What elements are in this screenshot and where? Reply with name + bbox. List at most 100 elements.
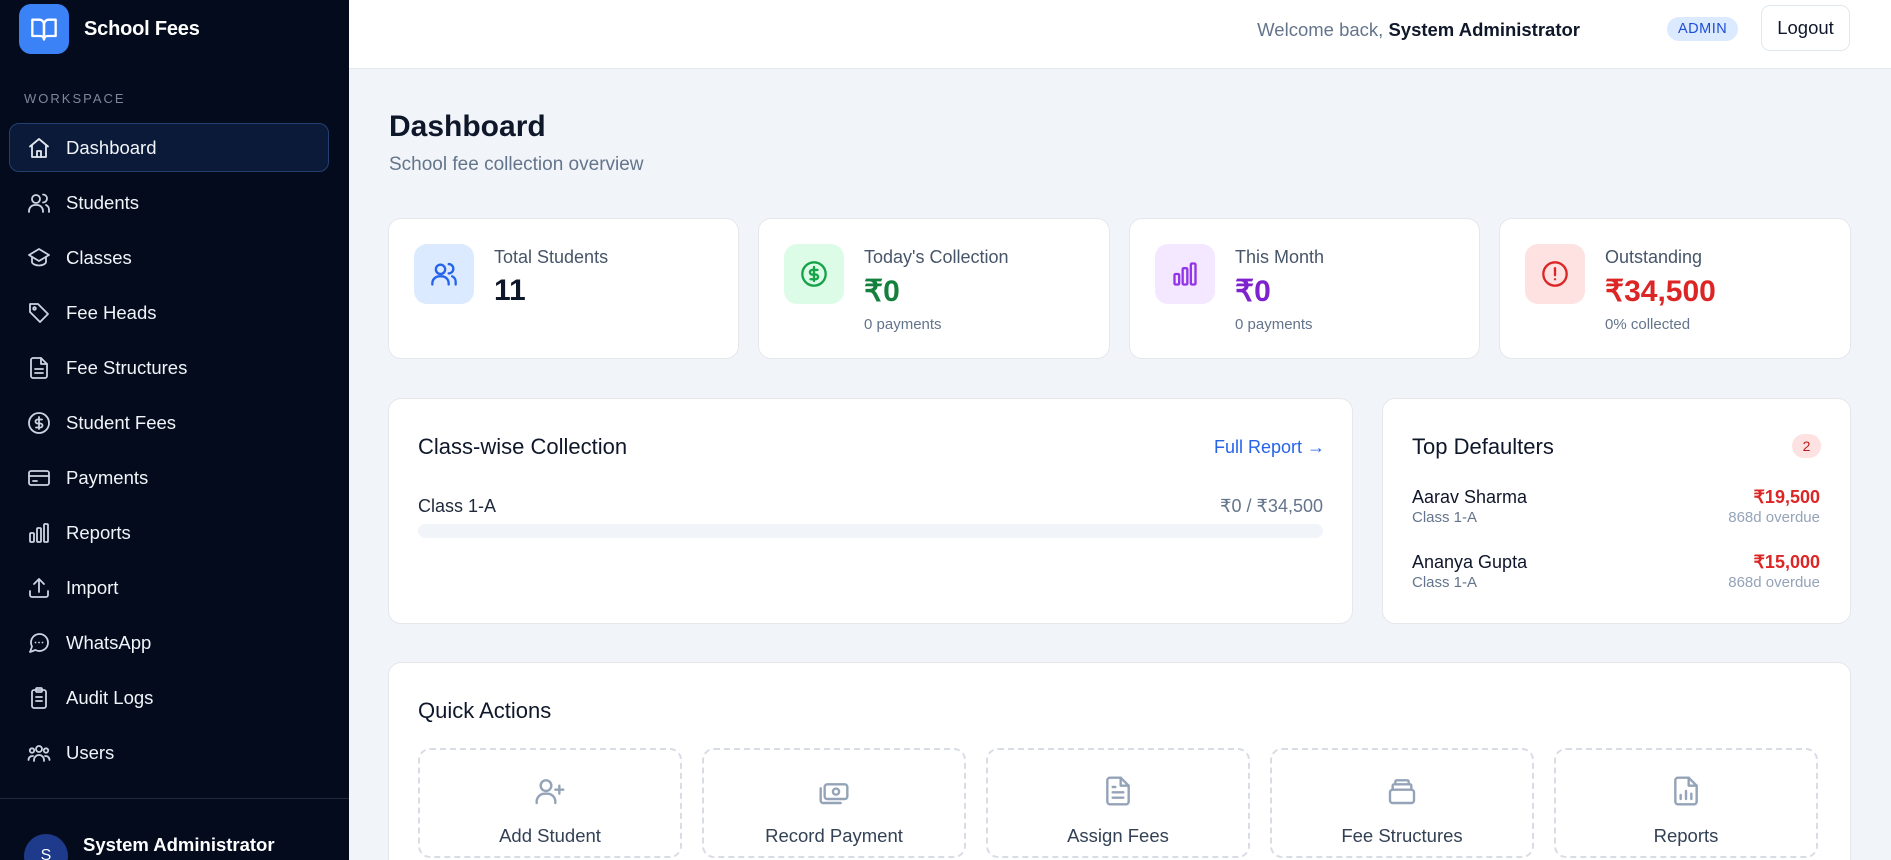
users-icon bbox=[28, 193, 50, 213]
sidebar-user[interactable]: S System Administrator bbox=[24, 826, 275, 860]
welcome-prefix: Welcome back, bbox=[1257, 19, 1384, 40]
top-bar: Welcome back, System Administrator ADMIN… bbox=[349, 0, 1891, 69]
dollar-circle-icon bbox=[28, 411, 50, 434]
sidebar-item-whatsapp[interactable]: WhatsApp bbox=[9, 618, 329, 667]
message-icon bbox=[29, 632, 49, 653]
sidebar: School Fees WORKSPACE Dashboard Students… bbox=[0, 0, 349, 860]
sidebar-item-audit-logs[interactable]: Audit Logs bbox=[9, 673, 329, 722]
clipboard-icon bbox=[31, 686, 47, 709]
sidebar-item-label: Payments bbox=[66, 466, 149, 488]
stat-icon-box bbox=[414, 244, 474, 304]
quick-action-label: Record Payment bbox=[765, 825, 903, 846]
class-progress-bar bbox=[418, 524, 1323, 538]
stat-card-todays-collection: Today's Collection ₹0 0 payments bbox=[758, 218, 1110, 359]
brand[interactable]: School Fees bbox=[0, 0, 349, 58]
stat-value: ₹0 bbox=[1235, 275, 1271, 308]
sidebar-item-label: Fee Structures bbox=[66, 356, 188, 378]
defaulters-count-badge: 2 bbox=[1792, 434, 1821, 458]
stat-card-outstanding: Outstanding ₹34,500 0% collected bbox=[1499, 218, 1851, 359]
sidebar-item-label: Users bbox=[66, 741, 115, 763]
avatar: S bbox=[24, 834, 68, 860]
reports-button[interactable]: Reports bbox=[1554, 748, 1818, 858]
quick-action-label: Assign Fees bbox=[1067, 825, 1169, 846]
class-collection-card: Class-wise Collection Full Report → Clas… bbox=[388, 398, 1353, 624]
defaulter-overdue: 868d overdue bbox=[1728, 574, 1820, 591]
sidebar-item-fee-heads[interactable]: Fee Heads bbox=[9, 288, 329, 337]
stat-label: Outstanding bbox=[1605, 247, 1703, 267]
file-chart-icon bbox=[1674, 776, 1698, 806]
sidebar-item-label: Import bbox=[66, 576, 119, 598]
stat-icon-box bbox=[784, 244, 844, 304]
sidebar-item-label: Reports bbox=[66, 521, 131, 543]
dollar-circle-icon bbox=[801, 261, 827, 287]
file-text-icon bbox=[1106, 776, 1130, 806]
quick-actions-card: Quick Actions Add Student Record Payment… bbox=[388, 662, 1851, 860]
credit-card-icon bbox=[28, 469, 50, 486]
sidebar-item-users[interactable]: Users bbox=[9, 728, 329, 777]
bar-chart-icon bbox=[1173, 262, 1197, 286]
alert-circle-icon bbox=[1542, 261, 1568, 287]
logout-button[interactable]: Logout bbox=[1761, 5, 1850, 51]
stat-card-this-month: This Month ₹0 0 payments bbox=[1129, 218, 1480, 359]
sidebar-user-name: System Administrator bbox=[83, 834, 275, 855]
tag-icon bbox=[29, 302, 49, 323]
layers-icon bbox=[28, 247, 50, 266]
users-icon bbox=[431, 262, 457, 286]
role-badge: ADMIN bbox=[1667, 17, 1739, 41]
sidebar-item-reports[interactable]: Reports bbox=[9, 508, 329, 557]
defaulter-amount: ₹15,000 bbox=[1753, 552, 1820, 572]
quick-actions-title: Quick Actions bbox=[418, 698, 552, 723]
stat-card-total-students: Total Students 11 bbox=[388, 218, 739, 359]
top-defaulters-title: Top Defaulters bbox=[1412, 434, 1554, 459]
defaulter-amount: ₹19,500 bbox=[1753, 487, 1820, 507]
page-subtitle: School fee collection overview bbox=[389, 154, 644, 175]
sidebar-item-label: Fee Heads bbox=[66, 301, 157, 323]
add-student-button[interactable]: Add Student bbox=[418, 748, 682, 858]
defaulter-overdue: 868d overdue bbox=[1728, 509, 1820, 526]
defaulter-class: Class 1-A bbox=[1412, 574, 1478, 591]
defaulter-class: Class 1-A bbox=[1412, 509, 1478, 526]
stat-icon-box bbox=[1155, 244, 1215, 304]
sidebar-item-payments[interactable]: Payments bbox=[9, 453, 329, 502]
sidebar-item-student-fees[interactable]: Student Fees bbox=[9, 398, 329, 447]
users-group-icon bbox=[27, 744, 51, 762]
cash-icon bbox=[819, 783, 849, 805]
stat-label: Today's Collection bbox=[864, 247, 1009, 267]
sidebar-item-label: WhatsApp bbox=[66, 631, 152, 653]
book-icon bbox=[19, 4, 69, 54]
list-item[interactable]: Ananya Gupta Class 1-A ₹15,000 868d over… bbox=[1412, 552, 1820, 594]
sidebar-nav: Dashboard Students Classes Fee Heads Fee… bbox=[9, 123, 329, 783]
welcome-text: Welcome back, System Administrator bbox=[1257, 19, 1580, 41]
stat-value: 11 bbox=[494, 274, 526, 307]
list-item[interactable]: Aarav Sharma Class 1-A ₹19,500 868d over… bbox=[1412, 487, 1820, 529]
full-report-link[interactable]: Full Report → bbox=[1214, 437, 1325, 458]
record-payment-button[interactable]: Record Payment bbox=[702, 748, 966, 858]
welcome-user-name: System Administrator bbox=[1388, 19, 1580, 40]
bar-chart-icon bbox=[29, 522, 49, 543]
assign-fees-button[interactable]: Assign Fees bbox=[986, 748, 1250, 858]
app-name: School Fees bbox=[84, 17, 200, 40]
stat-note: 0 payments bbox=[1235, 316, 1313, 333]
class-row-name: Class 1-A bbox=[418, 496, 497, 516]
sidebar-item-classes[interactable]: Classes bbox=[9, 233, 329, 282]
class-row-amount: ₹0 / ₹34,500 bbox=[1220, 496, 1323, 516]
workspace-label: WORKSPACE bbox=[24, 91, 126, 106]
fee-structures-button[interactable]: Fee Structures bbox=[1270, 748, 1534, 858]
page-title: Dashboard bbox=[389, 110, 546, 143]
defaulter-name: Aarav Sharma bbox=[1412, 487, 1528, 507]
stat-value: ₹0 bbox=[864, 275, 900, 308]
sidebar-item-dashboard[interactable]: Dashboard bbox=[9, 123, 329, 172]
sidebar-divider bbox=[0, 798, 349, 799]
stat-icon-box bbox=[1525, 244, 1585, 304]
sidebar-item-fee-structures[interactable]: Fee Structures bbox=[9, 343, 329, 392]
quick-action-label: Fee Structures bbox=[1341, 825, 1463, 846]
sidebar-item-students[interactable]: Students bbox=[9, 178, 329, 227]
sidebar-item-import[interactable]: Import bbox=[9, 563, 329, 612]
sidebar-item-label: Dashboard bbox=[66, 136, 157, 158]
stat-note: 0% collected bbox=[1605, 316, 1691, 333]
sidebar-item-label: Students bbox=[66, 191, 140, 213]
stat-value: ₹34,500 bbox=[1605, 275, 1716, 308]
defaulter-name: Ananya Gupta bbox=[1412, 552, 1528, 572]
sidebar-item-label: Student Fees bbox=[66, 411, 177, 433]
stat-label: Total Students bbox=[494, 247, 609, 267]
